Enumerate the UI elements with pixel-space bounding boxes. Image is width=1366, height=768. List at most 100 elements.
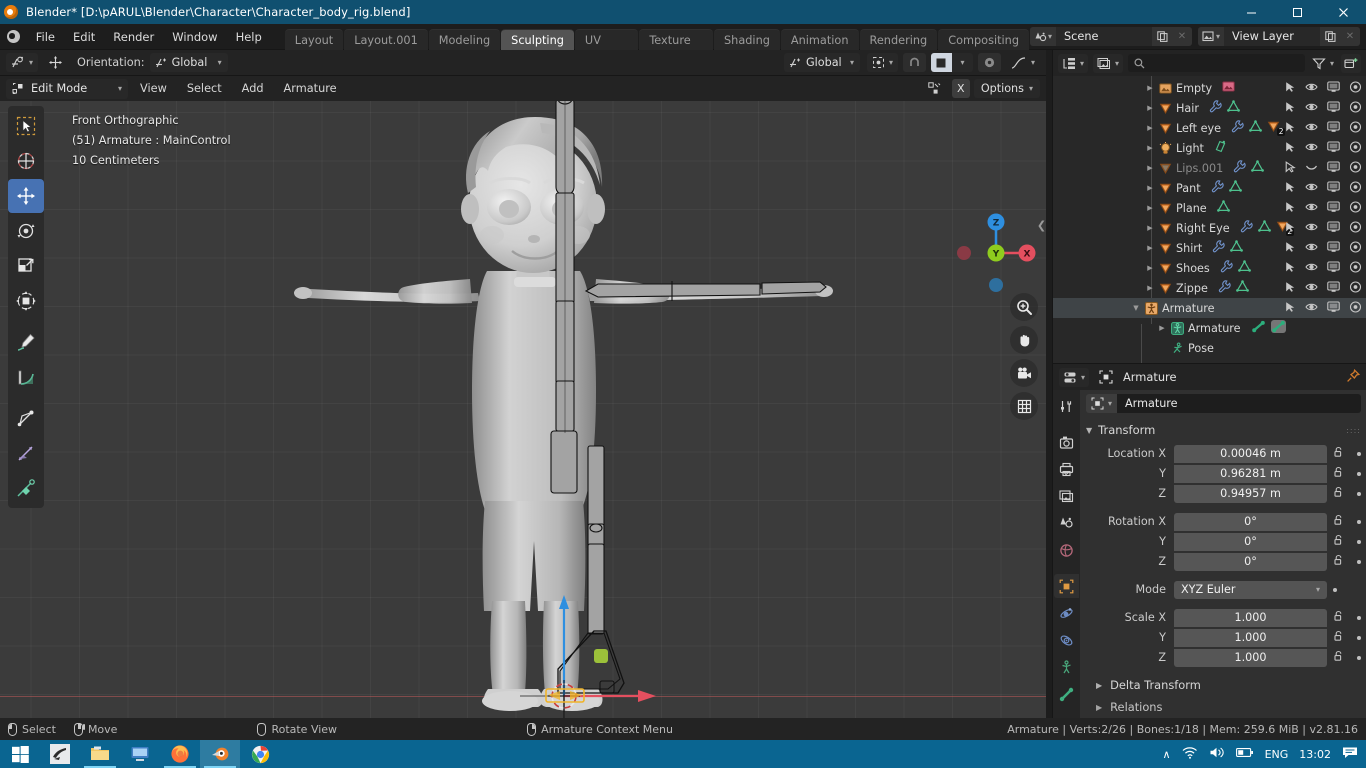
mesh-data-icon[interactable]	[1249, 120, 1262, 136]
lock-icon[interactable]	[1333, 534, 1345, 549]
animate-property-dot[interactable]	[1333, 588, 1337, 592]
snap-magnet-toggle[interactable]	[903, 53, 926, 72]
tool-extrude[interactable]	[8, 436, 44, 470]
blender-launcher-icon[interactable]	[40, 740, 80, 768]
hide-in-viewport-icon[interactable]	[1305, 101, 1318, 116]
disable-in-renders-icon[interactable]	[1349, 261, 1362, 276]
mesh-data-icon[interactable]	[1227, 100, 1240, 116]
modifier-icon[interactable]	[1220, 260, 1233, 276]
property-value-rotation-x[interactable]: 0°	[1174, 513, 1327, 531]
workspace-tab-rendering[interactable]: Rendering	[860, 29, 938, 50]
disable-in-viewports-icon[interactable]	[1327, 161, 1340, 176]
bone-icon-selected[interactable]	[1271, 320, 1286, 336]
lock-icon[interactable]	[1333, 514, 1345, 529]
notifications-icon[interactable]	[1342, 746, 1358, 762]
tray-chevron-icon[interactable]: ∧	[1163, 748, 1171, 761]
child-mesh-count-icon[interactable]: 2	[1267, 120, 1280, 136]
disable-in-viewports-icon[interactable]	[1327, 241, 1340, 256]
tool-measure[interactable]	[8, 360, 44, 394]
chrome-icon[interactable]	[240, 740, 280, 768]
outliner-row-armature[interactable]: ▼Armature	[1053, 298, 1366, 318]
properties-tab-physics[interactable]	[1054, 601, 1079, 625]
disclosure-triangle[interactable]: ▶	[1143, 124, 1157, 132]
tool-extrude-to-cursor[interactable]	[8, 471, 44, 505]
new-view-layer-button[interactable]	[1320, 27, 1340, 46]
properties-tab-tool[interactable]	[1054, 394, 1079, 418]
disclosure-triangle[interactable]: ▶	[1143, 244, 1157, 252]
workspace-tab-animation[interactable]: Animation	[781, 29, 859, 50]
modifier-icon[interactable]	[1218, 280, 1231, 296]
properties-tab-world[interactable]	[1054, 538, 1079, 562]
bone-icon[interactable]	[1251, 320, 1266, 336]
outliner-row-right-eye[interactable]: ▶Right Eye2	[1053, 218, 1366, 238]
selectable-toggle-icon[interactable]	[1284, 161, 1296, 176]
animate-property-dot[interactable]	[1357, 540, 1361, 544]
tool-tweak[interactable]	[8, 109, 44, 143]
mesh-data-icon[interactable]	[1251, 160, 1264, 176]
remove-view-layer-button[interactable]: ✕	[1340, 27, 1360, 46]
viewport-menu-view[interactable]: View	[132, 79, 175, 99]
pin-icon[interactable]	[1346, 369, 1360, 386]
mesh-data-icon[interactable]	[1258, 220, 1271, 236]
outliner-row-light[interactable]: ▶Light	[1053, 138, 1366, 158]
hide-in-viewport-icon[interactable]	[1305, 261, 1318, 276]
menu-help[interactable]: Help	[227, 27, 271, 47]
property-value-mode[interactable]: XYZ Euler▾	[1174, 581, 1327, 599]
disclosure-triangle[interactable]: ▶	[1143, 164, 1157, 172]
clock[interactable]: 13:02	[1299, 748, 1331, 761]
properties-tab-view-layer[interactable]	[1054, 484, 1079, 508]
disable-in-renders-icon[interactable]	[1349, 101, 1362, 116]
firefox-icon[interactable]	[160, 740, 200, 768]
tool-rotate[interactable]	[8, 214, 44, 248]
disable-in-renders-icon[interactable]	[1349, 221, 1362, 236]
workspace-tab-uv-editing[interactable]: UV Editing	[575, 29, 638, 50]
outliner-display-mode-dropdown[interactable]: ▾	[1093, 54, 1123, 73]
selectable-toggle-icon[interactable]	[1284, 301, 1296, 316]
tool-annotate[interactable]	[8, 325, 44, 359]
property-value-z[interactable]: 0.94957 m	[1174, 485, 1327, 503]
outliner-row-empty[interactable]: ▶Empty	[1053, 78, 1366, 98]
animate-property-dot[interactable]	[1357, 656, 1361, 660]
proportional-editing-toggle[interactable]	[931, 53, 952, 72]
lock-icon[interactable]	[1333, 610, 1345, 625]
property-value-z[interactable]: 1.000	[1174, 649, 1327, 667]
disable-in-viewports-icon[interactable]	[1327, 221, 1340, 236]
mesh-data-icon[interactable]	[1230, 240, 1243, 256]
animate-property-dot[interactable]	[1357, 472, 1361, 476]
language-indicator[interactable]: ENG	[1265, 748, 1289, 761]
selectable-toggle-icon[interactable]	[1284, 181, 1296, 196]
hide-in-viewport-icon[interactable]	[1305, 301, 1318, 316]
lock-icon[interactable]	[1333, 466, 1345, 481]
viewport-axis-gizmo[interactable]: Z Y X	[952, 209, 1036, 293]
orientation-dropdown[interactable]: Global ▾	[150, 53, 228, 72]
battery-icon[interactable]	[1236, 747, 1254, 761]
workspace-tab-shading[interactable]: Shading	[714, 29, 780, 50]
disclosure-triangle[interactable]: ▼	[1129, 304, 1143, 312]
disclosure-triangle[interactable]: ▶	[1143, 284, 1157, 292]
disclosure-triangle[interactable]: ▶	[1143, 264, 1157, 272]
selectable-toggle-icon[interactable]	[1284, 221, 1296, 236]
3d-viewport[interactable]: Front Orthographic (51) Armature : MainC…	[0, 101, 1046, 718]
workspace-tab-texture-paint[interactable]: Texture Paint	[639, 29, 713, 50]
proportional-size-dropdown[interactable]	[978, 53, 1001, 72]
disclosure-triangle[interactable]: ▶	[1155, 324, 1169, 332]
disable-in-viewports-icon[interactable]	[1327, 281, 1340, 296]
disable-in-renders-icon[interactable]	[1349, 241, 1362, 256]
disable-in-viewports-icon[interactable]	[1327, 121, 1340, 136]
minimize-button[interactable]	[1228, 0, 1274, 24]
disable-in-renders-icon[interactable]	[1349, 301, 1362, 316]
disable-in-renders-icon[interactable]	[1349, 121, 1362, 136]
lock-icon[interactable]	[1333, 630, 1345, 645]
camera-icon[interactable]	[1010, 359, 1038, 387]
animate-property-dot[interactable]	[1357, 520, 1361, 524]
workspace-tab-layout[interactable]: Layout	[285, 29, 343, 50]
tool-add-bone[interactable]	[8, 401, 44, 435]
delta-transform-subpanel[interactable]: ▶ Delta Transform	[1086, 675, 1361, 695]
outliner-new-collection-button[interactable]	[1341, 54, 1361, 73]
mesh-data-icon[interactable]	[1217, 200, 1230, 216]
outliner-row-zippe[interactable]: ▶Zippe	[1053, 278, 1366, 298]
wifi-icon[interactable]	[1182, 746, 1198, 762]
selectable-toggle-icon[interactable]	[1284, 281, 1296, 296]
selectable-toggle-icon[interactable]	[1284, 101, 1296, 116]
outliner-row-pant[interactable]: ▶Pant	[1053, 178, 1366, 198]
